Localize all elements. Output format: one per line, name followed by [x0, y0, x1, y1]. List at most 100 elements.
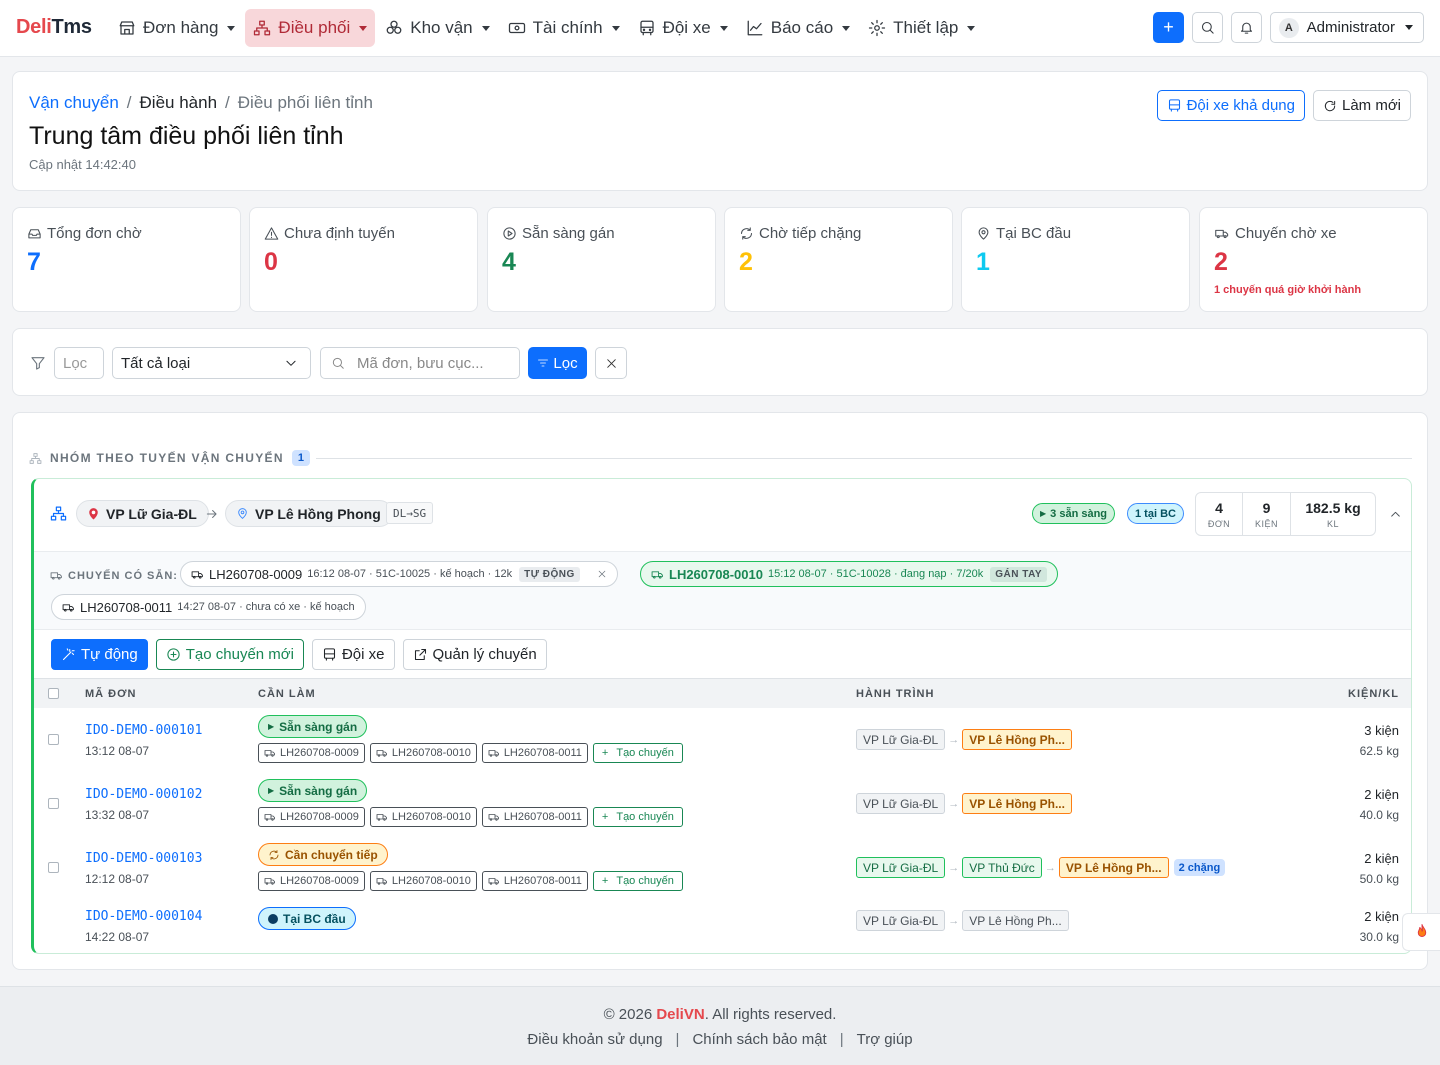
- nav-dispatch[interactable]: Điều phối: [245, 9, 376, 47]
- route-code: DL→SG: [386, 502, 434, 524]
- quick-add-button[interactable]: +: [1153, 12, 1184, 43]
- auto-assign-button[interactable]: Tự động: [51, 639, 148, 670]
- bus-icon: [638, 19, 656, 37]
- refresh-button[interactable]: Làm mới: [1312, 90, 1411, 121]
- close-icon[interactable]: [597, 569, 607, 579]
- order-id-link[interactable]: IDO-DEMO-000102: [85, 787, 202, 802]
- assign-trip-chip[interactable]: LH260708-0010: [369, 807, 477, 827]
- trips-label: CHUYẾN CÓ SẴN:: [50, 569, 178, 582]
- col-todo: CẦN LÀM: [258, 688, 316, 700]
- arrow-right-icon: →: [948, 861, 960, 874]
- clear-filter-button[interactable]: [595, 347, 627, 379]
- nav-warehouse[interactable]: Kho vận: [377, 9, 497, 47]
- fleet-button[interactable]: Đội xe: [311, 639, 395, 670]
- assign-trip-chip[interactable]: LH260708-0009: [258, 743, 365, 763]
- nav-orders[interactable]: Đơn hàng: [110, 9, 243, 47]
- stat-unrouted[interactable]: Chưa định tuyến 0: [249, 207, 478, 312]
- stat-trips-waiting[interactable]: Chuyến chờ xe 2 1 chuyến quá giờ khởi hà…: [1199, 207, 1428, 312]
- create-trip-chip[interactable]: + Tạo chuyến: [592, 871, 683, 891]
- search-icon: [1200, 20, 1215, 35]
- group-header: NHÓM THEO TUYẾN VẬN CHUYỂN 1: [29, 450, 310, 466]
- plus-icon: +: [601, 747, 609, 759]
- arrow-right-icon: →: [948, 914, 960, 927]
- assign-trip-chip[interactable]: LH260708-0009: [258, 807, 365, 827]
- group-title: NHÓM THEO TUYẾN VẬN CHUYỂN: [50, 451, 284, 465]
- truck-icon: [50, 569, 63, 582]
- create-trip-chip[interactable]: + Tạo chuyến: [592, 743, 683, 763]
- route-header[interactable]: VP Lữ Gia-ĐL VP Lê Hồng Phong DL→SG ▶ 3 s…: [34, 479, 1411, 551]
- stat-at-origin[interactable]: Tại BC đầu 1: [961, 207, 1190, 312]
- order-time: 13:12 08-07: [85, 744, 150, 758]
- create-trip-button[interactable]: Tạo chuyến mới: [155, 639, 304, 670]
- assign-trip-chip[interactable]: LH260708-0011: [481, 743, 588, 763]
- stat-ready[interactable]: Sẵn sàng gán 4: [487, 207, 716, 312]
- manage-trips-button[interactable]: Quản lý chuyến: [402, 639, 547, 670]
- assign-trip-chip[interactable]: LH260708-0010: [369, 871, 477, 891]
- row-checkbox[interactable]: [48, 734, 59, 745]
- stat-label: Tổng đơn chờ: [47, 225, 142, 242]
- order-pieces: 2 kiện: [1364, 787, 1399, 802]
- nav-finance[interactable]: Tài chính: [500, 9, 628, 47]
- order-weight: 40.0 kg: [1359, 808, 1399, 822]
- nav-settings[interactable]: Thiết lập: [860, 9, 983, 47]
- chart-line-icon: [746, 19, 764, 37]
- nav-reports[interactable]: Báo cáo: [738, 9, 858, 47]
- table-row[interactable]: IDO-DEMO-000102 13:32 08-07 ▶ Sẵn sàng gán L…: [34, 772, 1411, 836]
- notifications-button[interactable]: [1231, 12, 1262, 43]
- summary-value: 182.5 kg: [1305, 499, 1361, 516]
- trip-chip-selected[interactable]: LH260708-0010 15:12 08-07 · 51C-10028 · đ…: [640, 561, 1059, 587]
- assign-trip-chip[interactable]: LH260708-0009: [258, 871, 365, 891]
- assign-trip-chip[interactable]: LH260708-0011: [481, 807, 588, 827]
- journey-stop: VP Lữ Gia-ĐL: [856, 857, 946, 878]
- assign-trip-chip[interactable]: LH260708-0011: [481, 871, 588, 891]
- table-row[interactable]: IDO-DEMO-000101 13:12 08-07 ▶ Sẵn sàng gán L…: [34, 708, 1411, 772]
- row-checkbox[interactable]: [48, 798, 59, 809]
- col-journey: HÀNH TRÌNH: [856, 688, 935, 700]
- route-destination: VP Lê Hồng Phong: [225, 500, 393, 527]
- last-updated: Cập nhật 14:42:40: [29, 157, 136, 172]
- user-menu[interactable]: A Administrator: [1270, 12, 1424, 43]
- truck-icon: [264, 875, 276, 887]
- plus-icon: +: [1163, 17, 1174, 37]
- row-checkbox[interactable]: [48, 862, 59, 873]
- assign-trip-options: LH260708-0009 LH260708-0010 LH260708-0011 +…: [258, 743, 683, 763]
- journey-stop: VP Lê Hồng Ph...: [1058, 857, 1169, 878]
- stat-warning-note: 1 chuyến quá giờ khởi hành: [1214, 284, 1362, 296]
- breadcrumb-transport[interactable]: Vận chuyển: [29, 93, 119, 113]
- footer-link-help[interactable]: Trợ giúp: [857, 1031, 913, 1048]
- nav-fleet[interactable]: Đội xe: [630, 9, 736, 47]
- order-time: 12:12 08-07: [85, 872, 150, 886]
- footer-link-privacy[interactable]: Chính sách bảo mật: [692, 1031, 826, 1048]
- arrow-right-icon: →: [1044, 861, 1056, 874]
- stat-waiting-next-leg[interactable]: Chờ tiếp chặng 2: [724, 207, 953, 312]
- order-id-link[interactable]: IDO-DEMO-000103: [85, 851, 202, 866]
- create-trip-chip[interactable]: + Tạo chuyến: [592, 807, 683, 827]
- sitemap-icon: [50, 505, 67, 522]
- brand-logo[interactable]: DeliTms: [16, 16, 92, 39]
- brand-part-1: Deli: [16, 16, 52, 38]
- trip-chip[interactable]: LH260708-0009 16:12 08-07 · 51C-10025 · k…: [180, 561, 618, 587]
- search-input[interactable]: Mã đơn, bưu cục...: [320, 347, 520, 379]
- type-select[interactable]: Tất cả loại: [112, 347, 311, 379]
- truck-icon: [376, 811, 388, 823]
- order-id-link[interactable]: IDO-DEMO-000101: [85, 723, 202, 738]
- stat-total-pending[interactable]: Tổng đơn chờ 7: [12, 207, 241, 312]
- trip-chip[interactable]: LH260708-0011 14:27 08-07 · chưa có xe · …: [51, 594, 366, 620]
- order-qty: 2 kiện 50.0 kg: [1360, 851, 1399, 886]
- footer-link-terms[interactable]: Điều khoản sử dụng: [527, 1031, 662, 1048]
- filter-small-input[interactable]: Lọc: [54, 347, 104, 379]
- fire-widget[interactable]: [1402, 913, 1440, 951]
- filter-button[interactable]: Lọc: [528, 347, 587, 379]
- trip-code: LH260708-0011: [503, 747, 582, 759]
- available-fleet-button[interactable]: Đội xe khả dụng: [1156, 90, 1305, 121]
- table-row[interactable]: IDO-DEMO-000104 14:22 08-07 Tại BC đầu VP L…: [34, 900, 1411, 953]
- table-row[interactable]: IDO-DEMO-000103 12:12 08-07 Cần chuyển tiế…: [34, 836, 1411, 900]
- search-button[interactable]: [1192, 12, 1223, 43]
- route-origin-label: VP Lữ Gia-ĐL: [106, 505, 197, 522]
- chevron-up-icon[interactable]: [1389, 508, 1402, 521]
- breadcrumb-operations[interactable]: Điều hành: [140, 93, 218, 113]
- order-id-link[interactable]: IDO-DEMO-000104: [85, 909, 202, 924]
- stat-label: Chuyến chờ xe: [1235, 225, 1337, 242]
- assign-trip-chip[interactable]: LH260708-0010: [369, 743, 477, 763]
- select-all-checkbox[interactable]: [48, 688, 59, 699]
